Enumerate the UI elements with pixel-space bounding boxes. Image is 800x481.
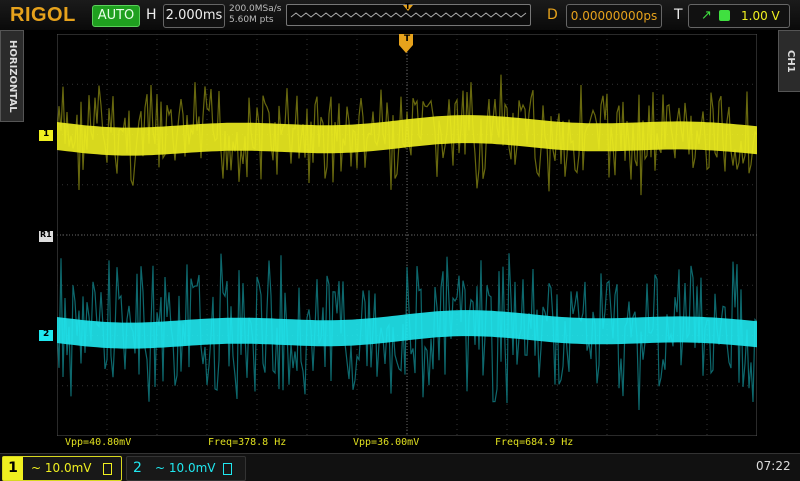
ref-marker-label: R1	[40, 230, 52, 239]
ch2-scale: ~ 10.0mV	[155, 461, 216, 475]
trigger-label: T	[674, 7, 683, 23]
trigger-settings[interactable]: ↗ 1.00 V	[688, 4, 790, 28]
clock: 07:22	[756, 459, 791, 473]
ch1-source-icon	[719, 10, 730, 21]
memory-depth: 5.60M pts	[229, 15, 274, 25]
ch2-marker-label: 2	[43, 329, 50, 339]
trigger-level: 1.00 V	[741, 9, 780, 23]
delay-label: D	[547, 7, 558, 23]
channel-status-bar: 1 ~ 10.0mV 2 ~ 10.0mV	[0, 453, 800, 481]
sample-rate: 200.0MSa/s	[229, 4, 282, 14]
ch1-tab-label: CH1	[785, 49, 796, 73]
measurement-ch1-vpp: Vpp=40.80mV	[65, 437, 132, 448]
horizontal-menu-tab[interactable]: HORIZONTAL	[0, 30, 24, 122]
measurement-ch2-freq: Freq=684.9 Hz	[495, 437, 574, 448]
timebase-value[interactable]: 2.000ms	[163, 4, 225, 28]
waveform-display[interactable]	[56, 33, 758, 437]
delay-value[interactable]: 0.00000000ps	[566, 4, 662, 28]
ch1-menu-tab[interactable]: CH1	[778, 30, 800, 92]
ch1-offset-marker[interactable]: 1	[39, 129, 53, 141]
ch1-number: 1	[3, 457, 23, 480]
ch1-status-tab[interactable]: 1 ~ 10.0mV	[2, 456, 122, 481]
top-status-bar: RIGOL AUTO H 2.000ms 200.0MSa/s 5.60M pt…	[0, 0, 800, 30]
ch1-scale: ~ 10.0mV	[31, 461, 92, 475]
measurement-ch2-vpp: Vpp=36.00mV	[353, 437, 420, 448]
overview-trigger-label: T	[405, 2, 411, 11]
brand-logo: RIGOL	[10, 4, 76, 26]
measurement-ch1-freq: Freq=378.8 Hz	[208, 437, 287, 448]
trigger-position-label: T	[404, 34, 411, 44]
horizontal-tab-label: HORIZONTAL	[7, 39, 18, 113]
acquisition-info: 200.0MSa/s 5.60M pts	[229, 4, 281, 26]
ref-marker[interactable]: R1	[39, 230, 53, 242]
memory-overview[interactable]: T	[286, 2, 531, 26]
run-mode-badge[interactable]: AUTO	[92, 5, 140, 27]
rising-edge-icon: ↗	[701, 8, 712, 23]
ch2-number: 2	[133, 460, 142, 476]
ch2-status-tab[interactable]: 2 ~ 10.0mV	[126, 456, 246, 481]
dc-coupling-icon	[103, 463, 112, 475]
waveform-canvas	[56, 33, 758, 437]
dc-coupling-icon	[223, 463, 232, 475]
ch1-marker-label: 1	[43, 129, 50, 139]
timebase-label: H	[146, 7, 157, 23]
ch2-offset-marker[interactable]: 2	[39, 329, 53, 341]
